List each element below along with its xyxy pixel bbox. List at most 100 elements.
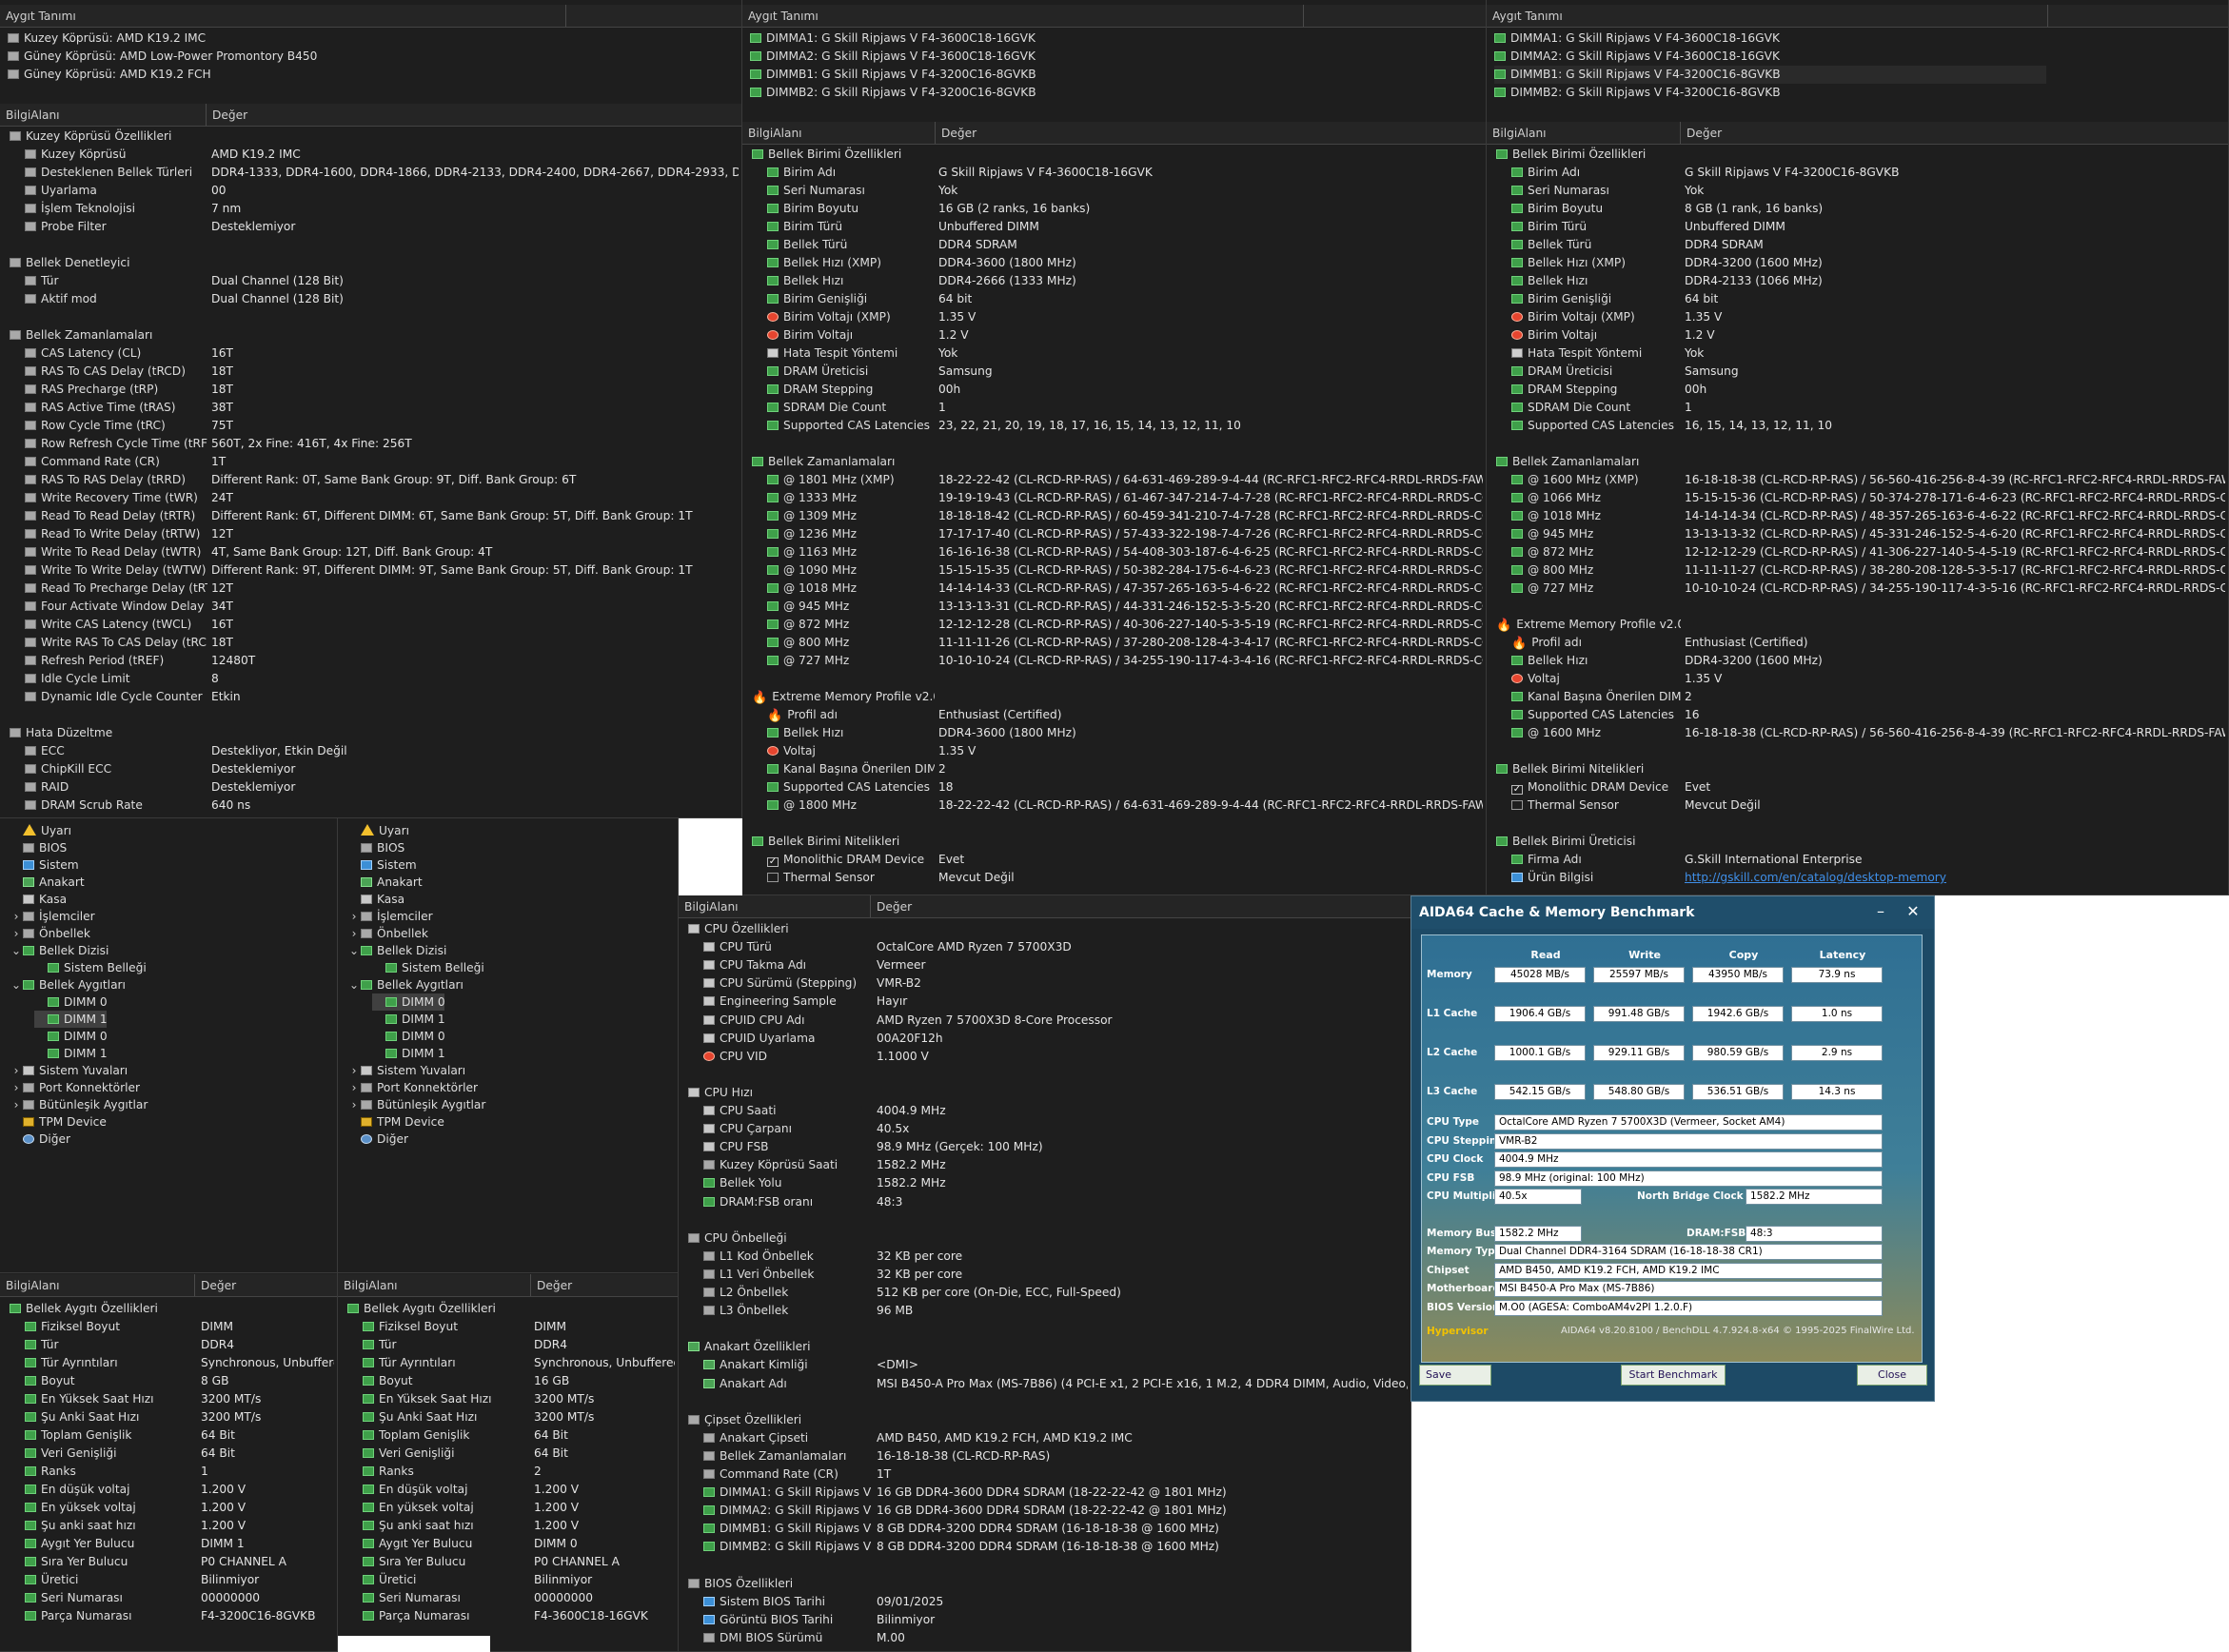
tree-item[interactable]: DIMM 1 [34, 1011, 107, 1028]
table-row[interactable]: ✓ Monolithic DRAM Device Evet [742, 851, 1486, 869]
table-row[interactable]: @ 800 MHz 11-11-11-26 (CL-RCD-RP-RAS) / 3… [742, 634, 1486, 652]
table-row[interactable]: Tür DDR4 [338, 1336, 678, 1354]
table-row[interactable]: Şu Anki Saat Hızı 3200 MT/s [0, 1408, 337, 1426]
table-row[interactable]: 🔥 Extreme Memory Profile v2.0 [1487, 616, 2228, 634]
table-row[interactable]: RAS To RAS Delay (tRRD) Different Rank: 0… [0, 471, 741, 489]
table-row[interactable]: Bellek Birimi Nitelikleri [742, 833, 1486, 851]
table-row[interactable]: DMI BIOS Sürümü M.00 [679, 1629, 1410, 1647]
col-value-label[interactable]: Değer [531, 1274, 678, 1296]
table-row[interactable]: Birim Türü Unbuffered DIMM [1487, 218, 2228, 236]
device-item[interactable]: DIMMA2: G Skill Ripjaws V F4-3600C18-16G… [1494, 48, 2046, 66]
table-row[interactable]: Supported CAS Latencies 23, 22, 21, 20, 1… [742, 417, 1486, 435]
table-row[interactable]: CPU Hızı [679, 1084, 1410, 1102]
table-row[interactable]: Hata Tespit Yöntemi Yok [742, 344, 1486, 363]
table-row[interactable]: Şu anki saat hızı 1.200 V [0, 1517, 337, 1535]
table-row[interactable]: Kanal Başına Önerilen DIMM 2 [1487, 688, 2228, 706]
table-row[interactable]: 🔥 Profil adı Enthusiast (Certified) [1487, 634, 2228, 652]
table-row[interactable]: En yüksek voltaj 1.200 V [0, 1499, 337, 1517]
save-button[interactable]: Save [1419, 1365, 1491, 1386]
table-row[interactable]: Anakart Kimliği <DMI> [679, 1356, 1410, 1374]
expander-icon[interactable]: › [10, 1062, 23, 1079]
table-row[interactable]: Ürün Bilgisi http://gskill.com/en/catalog… [1487, 869, 2228, 887]
tree-item[interactable]: Sistem Belleği [34, 959, 320, 976]
table-row[interactable]: Kanal Başına Önerilen DIMM 2 [742, 760, 1486, 778]
table-row[interactable]: Toplam Genişlik 64 Bit [0, 1426, 337, 1445]
table-row[interactable]: Bellek Birimi Özellikleri [1487, 146, 2228, 164]
table-row[interactable]: Write To Write Delay (tWTW) Different Ran… [0, 561, 741, 580]
table-row[interactable]: Birim Voltajı (XMP) 1.35 V [1487, 308, 2228, 326]
table-row[interactable]: 🔥 Extreme Memory Profile v2.0 [742, 688, 1486, 706]
tree-item[interactable]: › Bütünleşik Aygıtlar [347, 1096, 633, 1113]
tree-item[interactable]: DIMM 0 [34, 993, 320, 1011]
table-row[interactable]: Thermal Sensor Mevcut Değil [742, 869, 1486, 887]
tree-item[interactable]: TPM Device [10, 1113, 295, 1131]
expander-icon[interactable]: ⌄ [10, 976, 23, 993]
tree-item[interactable]: Uyarı [347, 822, 633, 839]
table-row[interactable]: Bellek Denetleyici [0, 254, 741, 272]
tree-item[interactable]: ⌄ Bellek Dizisi [347, 942, 633, 959]
device-item[interactable]: DIMMA1: G Skill Ripjaws V F4-3600C18-16G… [750, 30, 1292, 48]
col-value-label[interactable]: Değer [207, 104, 741, 126]
tree-item[interactable]: › Önbellek [347, 925, 633, 942]
table-row[interactable]: ✓ Monolithic DRAM Device Evet [1487, 778, 2228, 796]
table-row[interactable]: Kuzey Köprüsü AMD K19.2 IMC [0, 146, 741, 164]
table-row[interactable]: En yüksek voltaj 1.200 V [338, 1499, 678, 1517]
table-row[interactable]: Dynamic Idle Cycle Counter Etkin [0, 688, 741, 706]
table-row[interactable]: CPU Çarpanı 40.5x [679, 1120, 1410, 1138]
table-row[interactable]: @ 945 MHz 13-13-13-32 (CL-RCD-RP-RAS) / 4… [1487, 525, 2228, 543]
col-field-label[interactable]: BilgiAlanı [1487, 122, 1681, 144]
table-row[interactable]: En Yüksek Saat Hızı 3200 MT/s [338, 1390, 678, 1408]
table-row[interactable]: CPU Özellikleri [679, 920, 1410, 938]
table-row[interactable]: Supported CAS Latencies 16 [1487, 706, 2228, 724]
table-row[interactable]: CPU Önbelleği [679, 1229, 1410, 1248]
table-row[interactable]: İşlem Teknolojisi 7 nm [0, 200, 741, 218]
table-row[interactable]: @ 1600 MHz (XMP) 16-18-18-38 (CL-RCD-RP-R… [1487, 471, 2228, 489]
tree-item[interactable]: Diğer [10, 1131, 295, 1148]
close-icon[interactable]: ✕ [1899, 896, 1927, 929]
table-row[interactable]: Birim Boyutu 16 GB (2 ranks, 16 banks) [742, 200, 1486, 218]
table-row[interactable]: @ 1800 MHz 18-22-22-42 (CL-RCD-RP-RAS) / … [742, 796, 1486, 815]
table-row[interactable]: Fiziksel Boyut DIMM [0, 1318, 337, 1336]
table-row[interactable]: En düşük voltaj 1.200 V [338, 1481, 678, 1499]
table-row[interactable]: Aygıt Yer Bulucu DIMM 1 [0, 1535, 337, 1553]
table-row[interactable]: Bellek Zamanlamaları [742, 453, 1486, 471]
table-row[interactable]: Bellek Hızı DDR4-3200 (1600 MHz) [1487, 652, 2228, 670]
table-row[interactable]: Read To Write Delay (tRTW) 12T [0, 525, 741, 543]
tree-item[interactable]: Kasa [347, 891, 633, 908]
table-row[interactable]: @ 727 MHz 10-10-10-24 (CL-RCD-RP-RAS) / 3… [742, 652, 1486, 670]
table-row[interactable]: Supported CAS Latencies 16, 15, 14, 13, 1… [1487, 417, 2228, 435]
table-row[interactable]: CPU Sürümü (Stepping) VMR-B2 [679, 974, 1410, 993]
table-row[interactable]: Bellek Hızı (XMP) DDR4-3600 (1800 MHz) [742, 254, 1486, 272]
table-row[interactable]: Bellek Hızı DDR4-2666 (1333 MHz) [742, 272, 1486, 290]
device-header-label[interactable]: Aygıt Tanımı [1487, 5, 2048, 27]
table-row[interactable]: Read To Precharge Delay (tRTP) 12T [0, 580, 741, 598]
close-button[interactable]: Close [1857, 1365, 1927, 1386]
table-row[interactable]: Aygıt Yer Bulucu DIMM 0 [338, 1535, 678, 1553]
table-row[interactable]: Firma Adı G.Skill International Enterpris… [1487, 851, 2228, 869]
table-row[interactable]: Seri Numarası 00000000 [338, 1589, 678, 1607]
table-row[interactable]: Command Rate (CR) 1T [679, 1465, 1410, 1484]
tree-item[interactable]: › Port Konnektörler [347, 1079, 633, 1096]
table-row[interactable]: 🔥 Profil adı Enthusiast (Certified) [742, 706, 1486, 724]
table-row[interactable]: Birim Genişliği 64 bit [742, 290, 1486, 308]
table-row[interactable]: Tür DDR4 [0, 1336, 337, 1354]
table-row[interactable]: DIMMB2: G Skill Ripjaws V F... 8 GB DDR4-… [679, 1538, 1410, 1556]
table-row[interactable]: DRAM:FSB oranı 48:3 [679, 1193, 1410, 1211]
tree-item[interactable]: DIMM 0 [372, 993, 444, 1011]
table-row[interactable]: Üretici Bilinmiyor [0, 1571, 337, 1589]
table-row[interactable]: Birim Adı G Skill Ripjaws V F4-3600C18-16… [742, 164, 1486, 182]
table-row[interactable]: @ 872 MHz 12-12-12-28 (CL-RCD-RP-RAS) / 4… [742, 616, 1486, 634]
table-row[interactable]: @ 1309 MHz 18-18-18-42 (CL-RCD-RP-RAS) / … [742, 507, 1486, 525]
table-row[interactable]: DRAM Stepping 00h [742, 381, 1486, 399]
table-row[interactable]: DRAM Scrub Rate 640 ns [0, 796, 741, 815]
table-row[interactable]: Tür Dual Channel (128 Bit) [0, 272, 741, 290]
table-row[interactable]: Bellek Hızı DDR4-2133 (1066 MHz) [1487, 272, 2228, 290]
table-row[interactable]: DRAM Stepping 00h [1487, 381, 2228, 399]
table-row[interactable]: CPU Türü OctalCore AMD Ryzen 7 5700X3D [679, 938, 1410, 956]
table-row[interactable]: @ 872 MHz 12-12-12-29 (CL-RCD-RP-RAS) / 4… [1487, 543, 2228, 561]
table-row[interactable]: L1 Kod Önbellek 32 KB per core [679, 1248, 1410, 1266]
table-row[interactable]: Aktif mod Dual Channel (128 Bit) [0, 290, 741, 308]
table-row[interactable]: @ 800 MHz 11-11-11-27 (CL-RCD-RP-RAS) / 3… [1487, 561, 2228, 580]
col-value-label[interactable]: Değer [936, 122, 1486, 144]
table-row[interactable]: Voltaj 1.35 V [1487, 670, 2228, 688]
